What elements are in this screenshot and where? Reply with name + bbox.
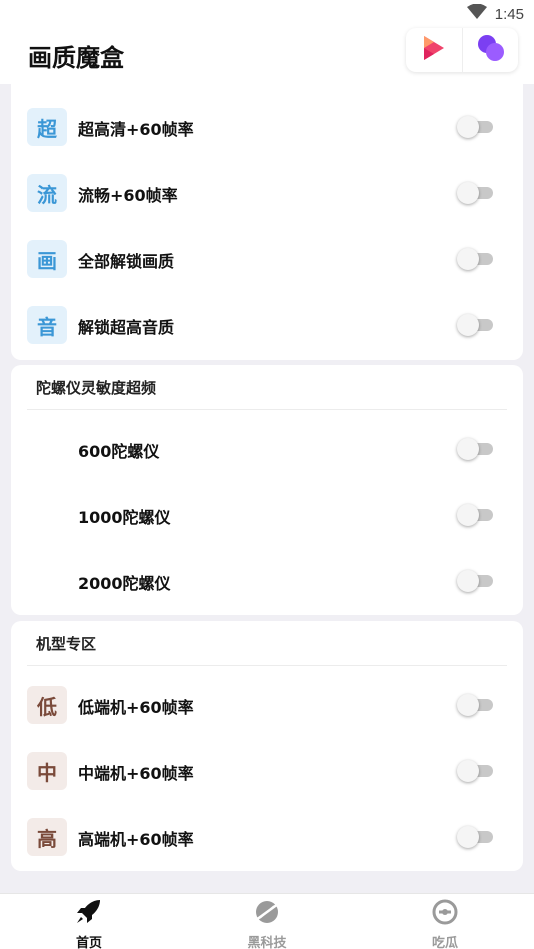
nav-item-home[interactable]: 首页: [0, 894, 178, 949]
setting-label: 中端机+60帧率: [78, 764, 194, 783]
gyroscope-section-card: 陀螺仪灵敏度超频 600陀螺仪 1000陀螺仪 2000陀螺仪: [11, 365, 523, 615]
nav-label: 首页: [75, 936, 102, 949]
setting-row: 音 解锁超高音质: [11, 292, 523, 358]
setting-row: 2000陀螺仪: [11, 548, 523, 614]
setting-label: 高端机+60帧率: [78, 830, 194, 849]
setting-badge: 画: [27, 240, 67, 278]
setting-badge: 音: [27, 306, 67, 344]
main-content[interactable]: 超 超高清+60帧率 流 流畅+60帧率 画 全部解锁画质 音 解锁超高音质 陀…: [0, 84, 534, 893]
setting-row: 600陀螺仪: [11, 416, 523, 482]
setting-toggle[interactable]: [457, 115, 495, 139]
setting-label: 低端机+60帧率: [78, 698, 194, 717]
purple-bubbles-app-button[interactable]: [462, 28, 518, 72]
section-divider: [27, 409, 507, 410]
app-bar: 画质魔盒: [0, 28, 534, 84]
setting-label: 2000陀螺仪: [78, 574, 171, 593]
setting-label: 全部解锁画质: [78, 252, 175, 271]
setting-row: 流 流畅+60帧率: [11, 160, 523, 226]
setting-badge: 超: [27, 108, 67, 146]
setting-row: 1000陀螺仪: [11, 482, 523, 548]
setting-toggle[interactable]: [457, 313, 495, 337]
setting-toggle[interactable]: [457, 503, 495, 527]
setting-toggle[interactable]: [457, 569, 495, 593]
setting-toggle[interactable]: [457, 181, 495, 205]
nav-item-tech[interactable]: 黑科技: [178, 894, 356, 949]
setting-label: 解锁超高音质: [78, 318, 175, 337]
nav-item-gossip[interactable]: 吃瓜: [356, 894, 534, 949]
quality-section-card: 超 超高清+60帧率 流 流畅+60帧率 画 全部解锁画质 音 解锁超高音质: [11, 84, 523, 360]
setting-toggle[interactable]: [457, 247, 495, 271]
setting-toggle[interactable]: [457, 437, 495, 461]
setting-row: 超 超高清+60帧率: [11, 94, 523, 160]
section-divider: [27, 665, 507, 666]
section-header: 陀螺仪灵敏度超频: [36, 379, 157, 397]
video-play-app-icon: [419, 33, 449, 67]
setting-label: 1000陀螺仪: [78, 508, 171, 527]
setting-label: 超高清+60帧率: [78, 120, 194, 139]
wifi-icon: [466, 3, 487, 24]
planet-icon: [252, 898, 282, 930]
bottom-nav: 首页 黑科技 吃瓜: [0, 893, 534, 949]
device-section-card: 机型专区 低 低端机+60帧率 中 中端机+60帧率 高 高端机+60帧率: [11, 621, 523, 871]
nav-label: 黑科技: [247, 936, 287, 949]
setting-badge: 流: [27, 174, 67, 212]
setting-toggle[interactable]: [457, 759, 495, 783]
setting-badge: 中: [27, 752, 67, 790]
setting-row: 低 低端机+60帧率: [11, 672, 523, 738]
setting-row: 中 中端机+60帧率: [11, 738, 523, 804]
setting-label: 600陀螺仪: [78, 442, 160, 461]
section-header: 机型专区: [36, 635, 97, 653]
setting-row: 高 高端机+60帧率: [11, 804, 523, 870]
melon-icon: [430, 898, 460, 930]
nav-label: 吃瓜: [431, 936, 458, 949]
status-time: 1:45: [494, 5, 524, 23]
app-title: 画质魔盒: [28, 44, 124, 72]
status-bar: 1:45: [0, 0, 534, 28]
video-play-app-button[interactable]: [406, 28, 462, 72]
rocket-icon: [74, 898, 104, 930]
setting-badge: 高: [27, 818, 67, 856]
setting-badge: 低: [27, 686, 67, 724]
setting-toggle[interactable]: [457, 693, 495, 717]
app-bar-actions: [406, 28, 518, 72]
purple-bubbles-app-icon: [475, 32, 507, 68]
setting-row: 画 全部解锁画质: [11, 226, 523, 292]
setting-toggle[interactable]: [457, 825, 495, 849]
setting-label: 流畅+60帧率: [78, 186, 178, 205]
